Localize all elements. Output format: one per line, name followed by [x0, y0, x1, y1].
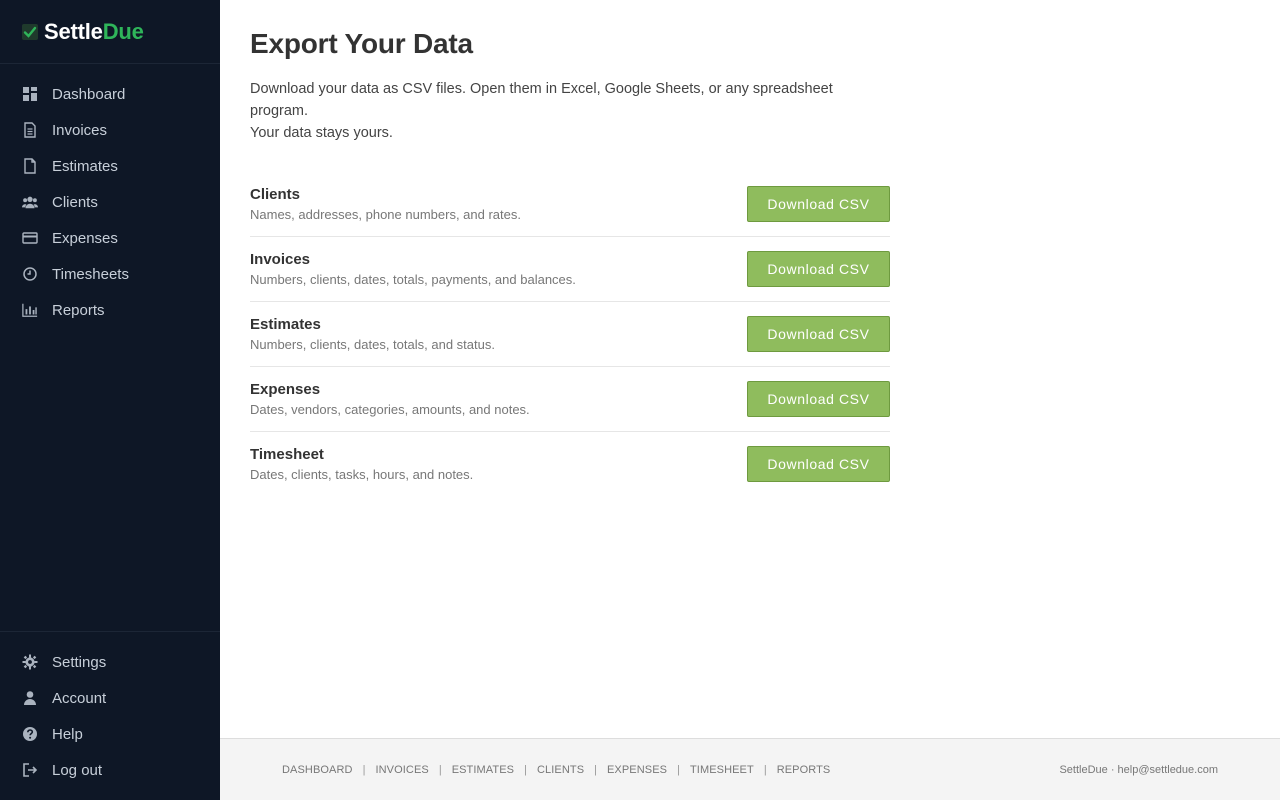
footer-separator: | [763, 763, 767, 776]
page-title: Export Your Data [250, 28, 473, 59]
export-description: Names, addresses, phone numbers, and rat… [250, 207, 521, 222]
footer-separator: | [594, 763, 597, 776]
sidebar-item-label: Timesheets [52, 265, 129, 283]
sidebar-item-label: Reports [52, 301, 105, 319]
export-list: Clients Names, addresses, phone numbers,… [250, 172, 890, 496]
sidebar-item-invoices[interactable]: Invoices [0, 112, 220, 148]
export-title: Timesheet [250, 446, 324, 463]
intro-line-2: Your data stays yours. [250, 125, 393, 141]
sidebar-item-account[interactable]: Account [0, 680, 220, 716]
dashboard-icon [22, 86, 38, 102]
clock-icon [22, 266, 38, 282]
footer-nav: DASHBOARD | INVOICES | ESTIMATES | CLIEN… [282, 764, 830, 776]
credit-card-icon [22, 230, 38, 246]
export-row-timesheet: Timesheet Dates, clients, tasks, hours, … [250, 432, 890, 496]
download-csv-estimates-button[interactable]: Download CSV [747, 316, 890, 352]
sidebar-bottom-nav: Settings Account Help Log out [0, 631, 220, 800]
download-csv-clients-button[interactable]: Download CSV [747, 186, 890, 222]
sidebar-item-help[interactable]: Help [0, 716, 220, 752]
export-title: Expenses [250, 381, 321, 398]
sidebar-item-label: Expenses [52, 229, 118, 247]
sidebar-item-expenses[interactable]: Expenses [0, 220, 220, 256]
user-icon [22, 690, 38, 706]
footer: DASHBOARD | INVOICES | ESTIMATES | CLIEN… [220, 738, 1280, 800]
brand-name: SettleDue [44, 18, 144, 44]
sidebar-item-label: Account [52, 689, 107, 707]
export-info: Timesheet Dates, clients, tasks, hours, … [250, 446, 473, 482]
export-title: Invoices [250, 251, 311, 268]
bar-chart-icon [22, 302, 38, 318]
export-row-expenses: Expenses Dates, vendors, categories, amo… [250, 367, 890, 432]
export-info: Estimates Numbers, clients, dates, total… [250, 316, 495, 352]
sidebar-item-label: Invoices [52, 121, 108, 139]
sidebar-item-timesheets[interactable]: Timesheets [0, 256, 220, 292]
footer-separator: | [677, 763, 680, 776]
export-description: Dates, vendors, categories, amounts, and… [250, 402, 530, 417]
gear-icon [22, 654, 38, 670]
footer-link-estimates[interactable]: ESTIMATES [452, 764, 514, 776]
download-csv-expenses-button[interactable]: Download CSV [747, 381, 890, 417]
intro-line-1: Download your data as CSV files. Open th… [250, 81, 833, 119]
estimate-icon [22, 158, 38, 174]
export-info: Invoices Numbers, clients, dates, totals… [250, 251, 576, 287]
export-description: Numbers, clients, dates, totals, and sta… [250, 337, 495, 352]
intro-text: Download your data as CSV files. Open th… [250, 78, 890, 144]
sidebar-item-estimates[interactable]: Estimates [0, 148, 220, 184]
export-row-invoices: Invoices Numbers, clients, dates, totals… [250, 237, 890, 302]
main-content: Export Your Data Download your data as C… [220, 0, 1280, 738]
sidebar-item-reports[interactable]: Reports [0, 292, 220, 328]
invoice-icon [22, 122, 38, 138]
sidebar-item-label: Dashboard [52, 85, 126, 103]
footer-link-invoices[interactable]: INVOICES [375, 764, 428, 776]
logo[interactable]: SettleDue [0, 0, 220, 64]
footer-separator: | [438, 763, 442, 776]
sidebar-item-label: Clients [52, 193, 98, 211]
checkmark-icon [22, 23, 38, 40]
download-csv-timesheet-button[interactable]: Download CSV [747, 446, 890, 482]
sidebar-item-label: Log out [52, 761, 103, 779]
sidebar-item-label: Estimates [52, 157, 118, 175]
export-title: Estimates [250, 316, 321, 333]
footer-link-dashboard[interactable]: DASHBOARD [282, 764, 353, 776]
footer-link-timesheet[interactable]: TIMESHEET [690, 764, 754, 776]
clients-icon [22, 194, 38, 210]
export-row-estimates: Estimates Numbers, clients, dates, total… [250, 302, 890, 367]
footer-separator: | [362, 763, 366, 776]
footer-link-reports[interactable]: REPORTS [777, 764, 831, 776]
sidebar-item-dashboard[interactable]: Dashboard [0, 76, 220, 112]
footer-separator: | [524, 763, 527, 776]
sidebar: SettleDue Dashboard Invoices Estimates C… [0, 0, 220, 800]
logout-icon [22, 762, 38, 778]
sidebar-item-label: Help [52, 725, 83, 743]
export-info: Clients Names, addresses, phone numbers,… [250, 186, 521, 222]
export-row-clients: Clients Names, addresses, phone numbers,… [250, 172, 890, 237]
footer-contact: SettleDue · help@settledue.com [1059, 763, 1218, 776]
help-icon [22, 726, 38, 742]
export-panel: Export Your Data Download your data as C… [220, 0, 920, 496]
footer-link-clients[interactable]: CLIENTS [537, 764, 584, 776]
sidebar-nav: Dashboard Invoices Estimates Clients Exp… [0, 64, 220, 328]
export-info: Expenses Dates, vendors, categories, amo… [250, 381, 530, 417]
download-csv-invoices-button[interactable]: Download CSV [747, 251, 890, 287]
sidebar-item-logout[interactable]: Log out [0, 752, 220, 788]
sidebar-item-label: Settings [52, 653, 107, 671]
export-title: Clients [250, 186, 301, 203]
sidebar-item-settings[interactable]: Settings [0, 644, 220, 680]
export-description: Dates, clients, tasks, hours, and notes. [250, 467, 474, 482]
footer-link-expenses[interactable]: EXPENSES [607, 764, 667, 776]
export-description: Numbers, clients, dates, totals, payment… [250, 272, 576, 287]
sidebar-item-clients[interactable]: Clients [0, 184, 220, 220]
